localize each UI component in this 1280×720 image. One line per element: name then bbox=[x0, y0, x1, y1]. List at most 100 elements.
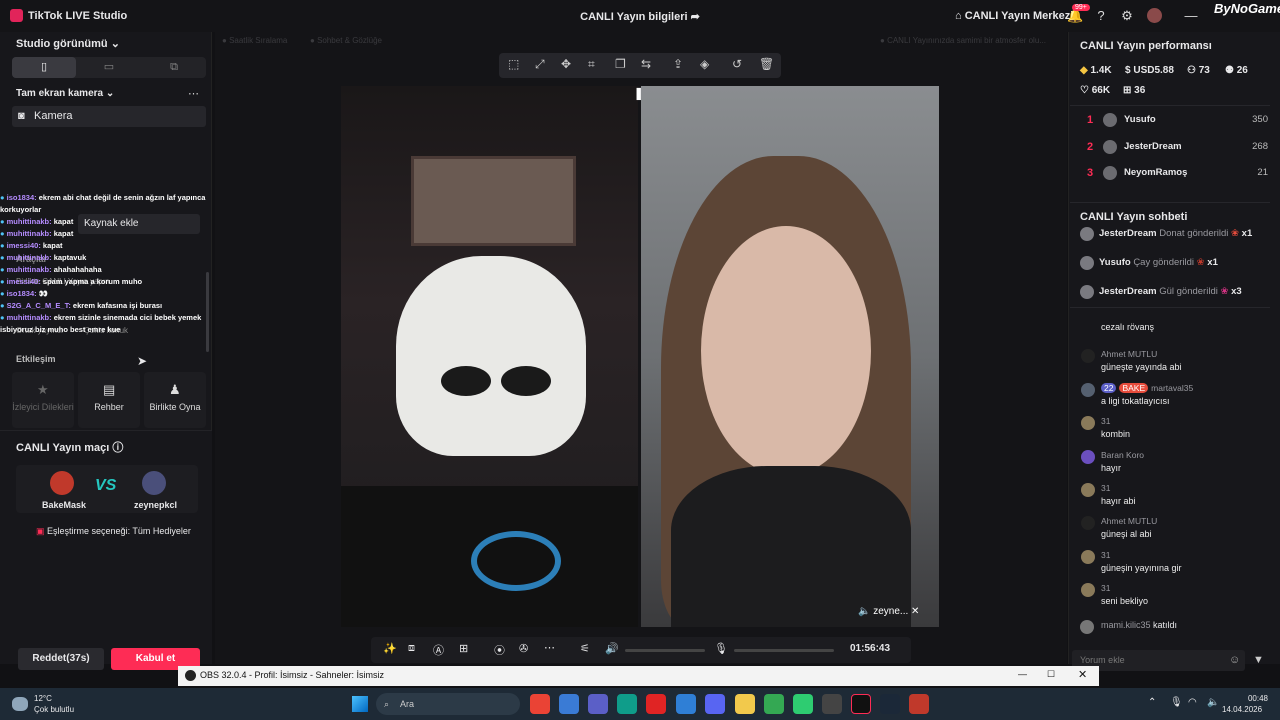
chat-message: 31 güneşin yayınına gir bbox=[1080, 548, 1270, 578]
effects-icon[interactable]: ⧈ bbox=[408, 642, 415, 655]
filter-icon[interactable]: ▼ bbox=[1253, 654, 1264, 666]
app-icon[interactable] bbox=[793, 694, 813, 714]
mic-slider[interactable] bbox=[734, 649, 834, 652]
chat-dot-icon: ● bbox=[0, 265, 7, 274]
ranking-row[interactable]: 3 NeyomRamoş 21 bbox=[1078, 163, 1268, 185]
magic-icon[interactable]: ✨ bbox=[383, 642, 397, 655]
clock-date[interactable]: 14.04.2026 bbox=[1222, 705, 1262, 714]
ranking-row[interactable]: 2 JesterDream 268 bbox=[1078, 137, 1268, 159]
store-icon[interactable] bbox=[559, 694, 579, 714]
discord-icon[interactable] bbox=[705, 694, 725, 714]
share-icon[interactable]: ➦ bbox=[691, 11, 700, 23]
scrollbar[interactable] bbox=[206, 272, 209, 352]
level-badge: 22 bbox=[1101, 382, 1117, 393]
ranking-row[interactable]: 1 Yusufo 350 bbox=[1078, 110, 1268, 132]
chat-text: hayır abi bbox=[1101, 496, 1136, 506]
windows-start-icon[interactable] bbox=[352, 696, 368, 712]
obs-minimize-icon[interactable]: — bbox=[1018, 669, 1027, 679]
portrait-option[interactable]: ▯ bbox=[12, 57, 76, 78]
opera-icon[interactable] bbox=[646, 694, 666, 714]
folder-icon[interactable] bbox=[735, 694, 755, 714]
guest-video[interactable] bbox=[641, 86, 939, 627]
obs-close-icon[interactable]: ✕ bbox=[1078, 668, 1087, 681]
gift-avatar bbox=[1080, 285, 1094, 299]
close-guest-icon[interactable]: ✕ bbox=[911, 606, 919, 617]
camera-section-title[interactable]: Tam ekran kamera ⌄ bbox=[16, 88, 114, 99]
gift-row: JesterDream Gül gönderildi ❀ x3 bbox=[1078, 283, 1268, 305]
layers-icon[interactable]: ◈ bbox=[700, 57, 709, 71]
chat-avatar bbox=[1081, 483, 1095, 497]
search-box[interactable]: ⌕ Ara bbox=[376, 693, 520, 715]
center-icon[interactable]: ✥ bbox=[561, 57, 571, 71]
chrome2-icon[interactable] bbox=[764, 694, 784, 714]
ai-icon[interactable]: Ⓐ bbox=[433, 642, 444, 658]
edge-icon[interactable] bbox=[617, 694, 637, 714]
rank-name: NeyomRamoş bbox=[1124, 167, 1188, 178]
weather-icon[interactable] bbox=[12, 697, 28, 711]
obs-icon bbox=[185, 670, 196, 681]
guide-card[interactable]: ▤ Rehber bbox=[78, 372, 140, 428]
mail-icon[interactable] bbox=[676, 694, 696, 714]
chat-username: 31 bbox=[1101, 550, 1110, 560]
guest-clothes bbox=[671, 466, 911, 627]
network-icon[interactable]: ◠ bbox=[1188, 697, 1197, 708]
help-icon[interactable]: ? bbox=[1093, 8, 1109, 24]
rank-value: 350 bbox=[1252, 114, 1268, 125]
tray-volume-icon[interactable]: 🔈 bbox=[1207, 697, 1219, 708]
profile-avatar[interactable] bbox=[1147, 8, 1162, 23]
split-option[interactable]: ⧉ bbox=[142, 57, 206, 78]
camera-source[interactable]: ◙ Kamera bbox=[12, 106, 206, 127]
emoji-icon[interactable]: ☺ bbox=[1229, 654, 1240, 666]
landscape-option[interactable]: ▭ bbox=[77, 57, 141, 78]
volume-slider[interactable] bbox=[625, 649, 705, 652]
clock-time[interactable]: 00:48 bbox=[1230, 694, 1268, 703]
teams-icon[interactable] bbox=[588, 694, 608, 714]
flip-icon[interactable]: ⇆ bbox=[641, 57, 651, 71]
chat-username-text: Baran Koro bbox=[1101, 449, 1144, 460]
adjust-icon[interactable]: ⚟ bbox=[580, 642, 590, 655]
star-icon: ★ bbox=[37, 382, 49, 397]
hourly-ranking-hint: ● Saatlik Sıralama bbox=[222, 36, 288, 45]
tray-mic-icon[interactable]: 🎙 bbox=[1170, 697, 1183, 708]
live-info-title[interactable]: CANLI Yayın bilgileri ➦ bbox=[0, 10, 1280, 23]
crop-icon[interactable]: ⌗ bbox=[588, 57, 595, 72]
media-icon[interactable] bbox=[909, 694, 929, 714]
add-media-icon[interactable]: ⊞ bbox=[459, 642, 468, 655]
reject-button[interactable]: Reddet(37s) bbox=[18, 648, 104, 670]
layer-up-icon[interactable]: ⇪ bbox=[673, 57, 683, 71]
record-icon[interactable]: ⦿ bbox=[494, 642, 505, 658]
tiktok-taskbar-icon[interactable] bbox=[851, 694, 871, 714]
studio-view-dropdown[interactable]: Studio görünümü ⌄ bbox=[16, 37, 120, 50]
chat-overlay-user: imessi40: bbox=[6, 277, 41, 286]
microphone-icon[interactable]: 🎙 bbox=[714, 642, 728, 655]
tray-chevron-icon[interactable]: ⌃ bbox=[1148, 697, 1156, 708]
rank-value: 268 bbox=[1252, 140, 1268, 152]
host-video[interactable] bbox=[341, 86, 638, 627]
steam-icon[interactable] bbox=[880, 694, 900, 714]
more-options-icon[interactable]: ⋯ bbox=[544, 641, 555, 654]
viewer-requests-card[interactable]: ★ İzleyici Dilekleri bbox=[12, 372, 74, 428]
volume-icon[interactable]: 🔊 bbox=[605, 642, 619, 655]
gift-count: x1 bbox=[1241, 228, 1253, 239]
chrome-icon[interactable] bbox=[530, 694, 550, 714]
more-icon[interactable]: ⋯ bbox=[188, 87, 199, 100]
select-icon[interactable]: ⬚ bbox=[508, 57, 519, 71]
delete-icon[interactable]: 🗑 bbox=[759, 57, 774, 71]
live-center-link[interactable]: ⌂ CANLI Yayın Merkezi bbox=[955, 10, 1073, 22]
screenshot-icon[interactable]: ✇ bbox=[519, 642, 528, 655]
chat-overlay-text: kapat bbox=[53, 229, 74, 238]
settings-icon[interactable]: ⚙ bbox=[1119, 8, 1135, 24]
rotate-icon[interactable]: ↺ bbox=[732, 57, 742, 71]
duplicate-icon[interactable]: ❐ bbox=[615, 57, 626, 71]
obs-taskbar-icon[interactable] bbox=[822, 694, 842, 714]
stat-gifts: ⊞ 36 bbox=[1123, 85, 1146, 96]
minimize-icon[interactable]: — bbox=[1183, 8, 1199, 24]
resize-icon[interactable]: ⤢ bbox=[535, 57, 545, 72]
play-together-card[interactable]: ♟ Birlikte Oyna bbox=[144, 372, 206, 428]
chat-message: 31 kombin bbox=[1080, 414, 1270, 444]
obs-maximize-icon[interactable]: ☐ bbox=[1047, 669, 1055, 680]
obs-window[interactable]: OBS 32.0.4 - Profil: İsimsiz - Sahneler:… bbox=[178, 666, 1099, 686]
chat-overlay-line: ● iso1834: 👀 bbox=[0, 288, 206, 300]
chat-dot-icon: ● bbox=[0, 277, 7, 286]
info-icon[interactable]: ⓘ bbox=[112, 442, 123, 454]
